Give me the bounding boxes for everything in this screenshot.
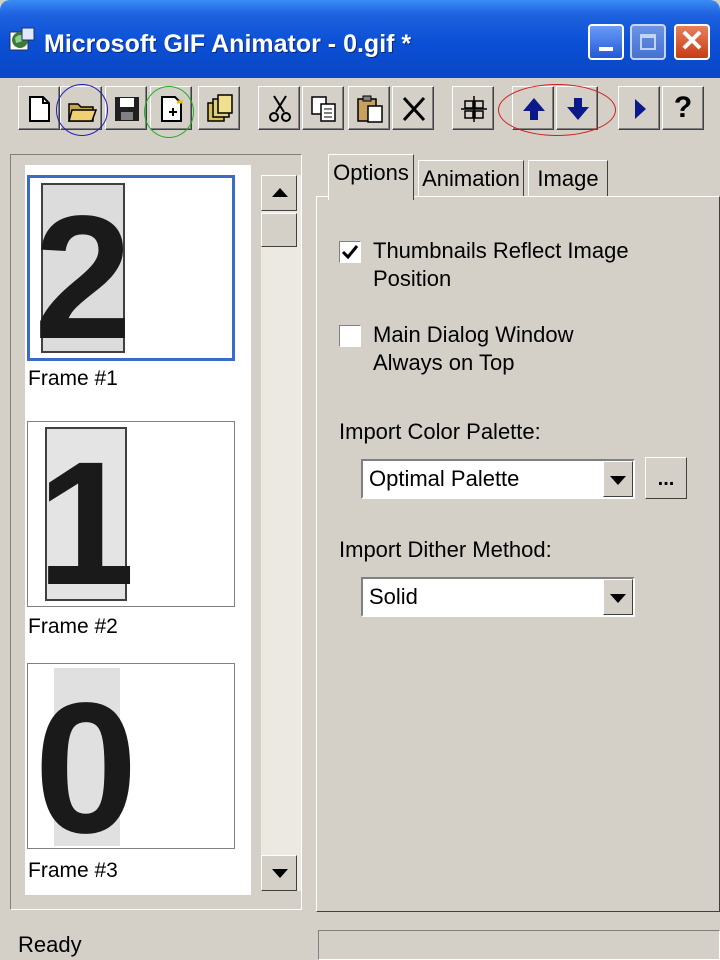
always-on-top-label[interactable]: Main Dialog Window Always on Top — [373, 321, 653, 377]
copy-button[interactable] — [302, 86, 344, 130]
insert-button[interactable] — [150, 86, 192, 130]
always-on-top-line2: Always on Top — [373, 350, 515, 375]
move-up-button[interactable] — [512, 86, 554, 130]
status-pane — [318, 930, 720, 960]
tab-image[interactable]: Image — [528, 160, 608, 198]
save-as-icon — [207, 94, 233, 122]
frame-image-2: 1 — [37, 426, 135, 606]
thumbnails-reflect-checkbox[interactable] — [339, 241, 361, 263]
import-dither-label: Import Dither Method: — [339, 537, 552, 562]
open-folder-icon — [68, 103, 97, 122]
svg-text:2: 2 — [34, 180, 132, 358]
play-icon — [635, 99, 646, 119]
frame-image-1: 2 — [34, 180, 132, 358]
import-dither-dropdown-button[interactable] — [603, 579, 633, 615]
new-file-icon — [29, 96, 50, 122]
frame-list-scrollbar[interactable] — [261, 175, 301, 891]
maximize-button[interactable] — [630, 24, 666, 60]
help-button[interactable]: ? — [662, 86, 704, 130]
paste-icon — [357, 95, 383, 123]
scroll-up-icon — [272, 188, 288, 197]
always-on-top-checkbox[interactable] — [339, 325, 361, 347]
close-icon: ✕ — [679, 25, 705, 58]
status-text: Ready — [18, 932, 82, 957]
close-button[interactable]: ✕ — [674, 24, 710, 60]
new-button[interactable] — [18, 86, 60, 130]
minimize-icon — [599, 47, 613, 51]
frame-list: 2 Frame #1 1 Frame #2 0 Frame #3 — [25, 165, 251, 895]
frame-thumbnail-2[interactable]: 1 — [27, 421, 235, 607]
checkmark-icon — [341, 245, 359, 260]
frame-label-2: Frame #2 — [25, 613, 235, 641]
select-all-button[interactable] — [452, 86, 494, 130]
import-dither-value: Solid — [369, 584, 418, 609]
properties-tabs: Options Animation Image Thumbnails Refle… — [316, 152, 720, 912]
arrow-up-icon — [523, 98, 545, 120]
thumbnails-reflect-label[interactable]: Thumbnails Reflect Image Position — [373, 237, 653, 293]
frame-label-3: Frame #3 — [25, 857, 235, 885]
scroll-down-icon — [272, 869, 288, 878]
open-button[interactable] — [60, 86, 102, 130]
save-as-button[interactable] — [198, 86, 240, 130]
select-all-icon — [461, 96, 487, 122]
thumbnails-reflect-line2: Position — [373, 266, 452, 291]
window-title: Microsoft GIF Animator - 0.gif * — [44, 30, 412, 58]
scissors-icon — [269, 95, 291, 122]
frame-label-1: Frame #1 — [25, 365, 235, 393]
move-down-button[interactable] — [556, 86, 598, 130]
app-icon — [9, 27, 35, 51]
maximize-icon — [640, 34, 656, 50]
import-palette-value: Optimal Palette — [369, 466, 520, 491]
import-palette-dropdown-button[interactable] — [603, 461, 633, 497]
svg-text:0: 0 — [34, 665, 137, 848]
import-palette-select[interactable]: Optimal Palette — [361, 459, 635, 499]
thumbnails-reflect-line1: Thumbnails Reflect Image — [373, 238, 629, 263]
always-on-top-line1: Main Dialog Window — [373, 322, 574, 347]
options-panel: Thumbnails Reflect Image Position Main D… — [316, 196, 720, 912]
cut-button[interactable] — [258, 86, 300, 130]
save-disk-icon — [115, 97, 139, 121]
minimize-button[interactable] — [588, 24, 624, 60]
scroll-thumb[interactable] — [261, 213, 297, 247]
help-icon: ? — [673, 91, 693, 124]
chevron-down-icon — [610, 476, 626, 485]
frame-thumbnail-3[interactable]: 0 — [27, 663, 235, 849]
chevron-down-icon — [610, 594, 626, 603]
svg-text:1: 1 — [37, 426, 135, 606]
delete-button[interactable] — [392, 86, 434, 130]
copy-icon — [311, 96, 336, 122]
preview-button[interactable] — [618, 86, 660, 130]
insert-file-icon — [161, 96, 183, 122]
frame-thumbnail-1[interactable]: 2 — [27, 175, 235, 361]
palette-browse-button[interactable]: ... — [645, 457, 687, 499]
scroll-down-button[interactable] — [261, 855, 297, 891]
tab-animation[interactable]: Animation — [418, 160, 524, 198]
tab-options[interactable]: Options — [328, 154, 414, 200]
save-button[interactable] — [105, 86, 147, 130]
title-bar: Microsoft GIF Animator - 0.gif * ✕ — [0, 0, 720, 78]
arrow-down-icon — [567, 98, 589, 120]
frame-panel: 2 Frame #1 1 Frame #2 0 Frame #3 — [10, 154, 302, 910]
scroll-up-button[interactable] — [261, 175, 297, 211]
import-dither-select[interactable]: Solid — [361, 577, 635, 617]
status-bar: Ready — [0, 920, 720, 960]
delete-x-icon — [402, 96, 426, 122]
paste-button[interactable] — [348, 86, 390, 130]
toolbar: ? — [0, 78, 720, 148]
import-palette-label: Import Color Palette: — [339, 419, 541, 444]
frame-image-3: 0 — [34, 665, 137, 848]
